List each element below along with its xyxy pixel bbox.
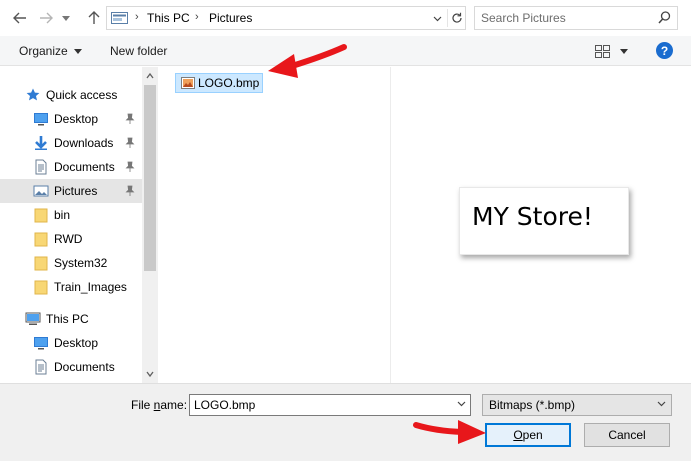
- file-type-value: Bitmaps (*.bmp): [489, 398, 576, 412]
- annotation-arrow-file: [268, 44, 347, 78]
- nav-item-label: This PC: [46, 312, 89, 326]
- refresh-button[interactable]: [447, 9, 465, 27]
- nav-item-label: Documents: [54, 360, 115, 374]
- forward-button[interactable]: [36, 9, 56, 27]
- pin-icon[interactable]: [125, 113, 135, 124]
- nav-scrollbar-thumb[interactable]: [144, 85, 156, 271]
- annotation-arrow-open: [413, 420, 486, 444]
- nav-item-bin[interactable]: bin: [0, 203, 142, 227]
- nav-item-this-pc-documents[interactable]: Documents: [0, 355, 142, 379]
- nav-item-label: Downloads: [54, 136, 114, 150]
- chevron-down-icon[interactable]: [620, 49, 628, 54]
- folder-icon: [34, 232, 48, 247]
- nav-item-this-pc-desktop[interactable]: Desktop: [0, 331, 142, 355]
- address-dropdown-button[interactable]: [429, 11, 445, 27]
- search-box[interactable]: [474, 6, 678, 30]
- nav-item-system32[interactable]: System32: [0, 251, 142, 275]
- breadcrumb-this-pc[interactable]: This PC: [147, 11, 190, 25]
- forward-arrow-icon: [40, 12, 53, 24]
- file-name-input[interactable]: [194, 397, 444, 413]
- scroll-down-icon[interactable]: [146, 370, 154, 378]
- nav-item-label: Quick access: [46, 88, 118, 102]
- cancel-button[interactable]: Cancel: [584, 423, 670, 447]
- address-bar[interactable]: › This PC › Pictures: [106, 6, 466, 30]
- chevron-down-icon[interactable]: [457, 401, 466, 407]
- nav-scrollbar[interactable]: [142, 67, 158, 383]
- bitmap-file-icon: [181, 77, 195, 89]
- nav-item-label: Train_Images: [54, 280, 127, 294]
- nav-item-desktop[interactable]: Desktop: [0, 107, 142, 131]
- file-name: LOGO.bmp: [198, 76, 260, 90]
- file-item-logo[interactable]: LOGO.bmp: [175, 73, 263, 93]
- folder-icon: [34, 256, 48, 271]
- this-pc-icon: [111, 12, 128, 24]
- breadcrumb-separator: ›: [195, 11, 199, 23]
- bottom-bar: File name: Bitmaps (*.bmp) Open Cancel: [0, 383, 691, 461]
- chevron-down-icon: [433, 16, 441, 22]
- chevron-down-icon: [74, 49, 82, 54]
- search-input[interactable]: [481, 10, 651, 26]
- computer-icon: [25, 312, 41, 325]
- pin-icon[interactable]: [125, 161, 135, 172]
- breadcrumb-separator: ›: [135, 11, 139, 23]
- change-view-icon[interactable]: [595, 45, 611, 58]
- back-arrow-icon: [13, 12, 26, 24]
- search-icon[interactable]: [658, 11, 671, 24]
- chevron-down-icon: [62, 15, 70, 21]
- up-arrow-icon: [88, 11, 100, 24]
- nav-item-downloads[interactable]: Downloads: [0, 131, 142, 155]
- nav-item-label: Desktop: [54, 336, 99, 350]
- nav-item-rwd[interactable]: RWD: [0, 227, 142, 251]
- documents-icon: [35, 159, 47, 175]
- desktop-icon: [34, 113, 48, 126]
- scroll-up-icon[interactable]: [146, 72, 154, 80]
- file-name-label: File name:: [131, 398, 188, 412]
- preview-text: MY Store!: [472, 202, 593, 231]
- preview-image: MY Store!: [459, 187, 629, 255]
- file-type-select[interactable]: Bitmaps (*.bmp): [482, 394, 672, 416]
- up-button[interactable]: [84, 9, 104, 27]
- help-icon[interactable]: ?: [656, 42, 673, 59]
- new-folder-button[interactable]: New folder: [110, 44, 167, 58]
- documents-icon: [35, 359, 47, 375]
- nav-item-train-images[interactable]: Train_Images: [0, 275, 142, 299]
- folder-icon: [34, 280, 48, 295]
- preview-pane: MY Store!: [391, 67, 691, 383]
- nav-item-label: bin: [54, 208, 71, 222]
- recent-locations-button[interactable]: [60, 9, 72, 27]
- nav-item-label: System32: [54, 256, 108, 270]
- nav-item-quick-access[interactable]: Quick access: [0, 83, 142, 107]
- nav-item-label: RWD: [54, 232, 83, 246]
- pictures-icon: [33, 185, 49, 197]
- file-name-field[interactable]: [189, 394, 471, 416]
- pin-icon[interactable]: [125, 137, 135, 148]
- back-button[interactable]: [10, 9, 30, 27]
- nav-item-label: Desktop: [54, 112, 99, 126]
- pin-icon[interactable]: [125, 185, 135, 196]
- file-list: LOGO.bmp: [160, 67, 390, 383]
- download-icon: [35, 136, 47, 150]
- chevron-down-icon: [657, 401, 666, 407]
- breadcrumb-pictures[interactable]: Pictures: [209, 11, 252, 25]
- desktop-icon: [34, 337, 48, 350]
- navigation-pane: Quick access Desktop Downloads Documents…: [0, 67, 158, 383]
- nav-item-this-pc[interactable]: This PC: [0, 307, 142, 331]
- nav-item-label: Documents: [54, 160, 115, 174]
- nav-item-documents[interactable]: Documents: [0, 155, 142, 179]
- refresh-icon: [451, 12, 462, 23]
- nav-item-label: Pictures: [54, 184, 98, 198]
- address-row: › This PC › Pictures: [0, 0, 691, 36]
- organize-button[interactable]: Organize: [19, 44, 68, 58]
- open-button[interactable]: Open: [485, 423, 571, 447]
- folder-icon: [34, 208, 48, 223]
- nav-item-pictures[interactable]: Pictures: [0, 179, 142, 203]
- star-icon: [26, 88, 40, 101]
